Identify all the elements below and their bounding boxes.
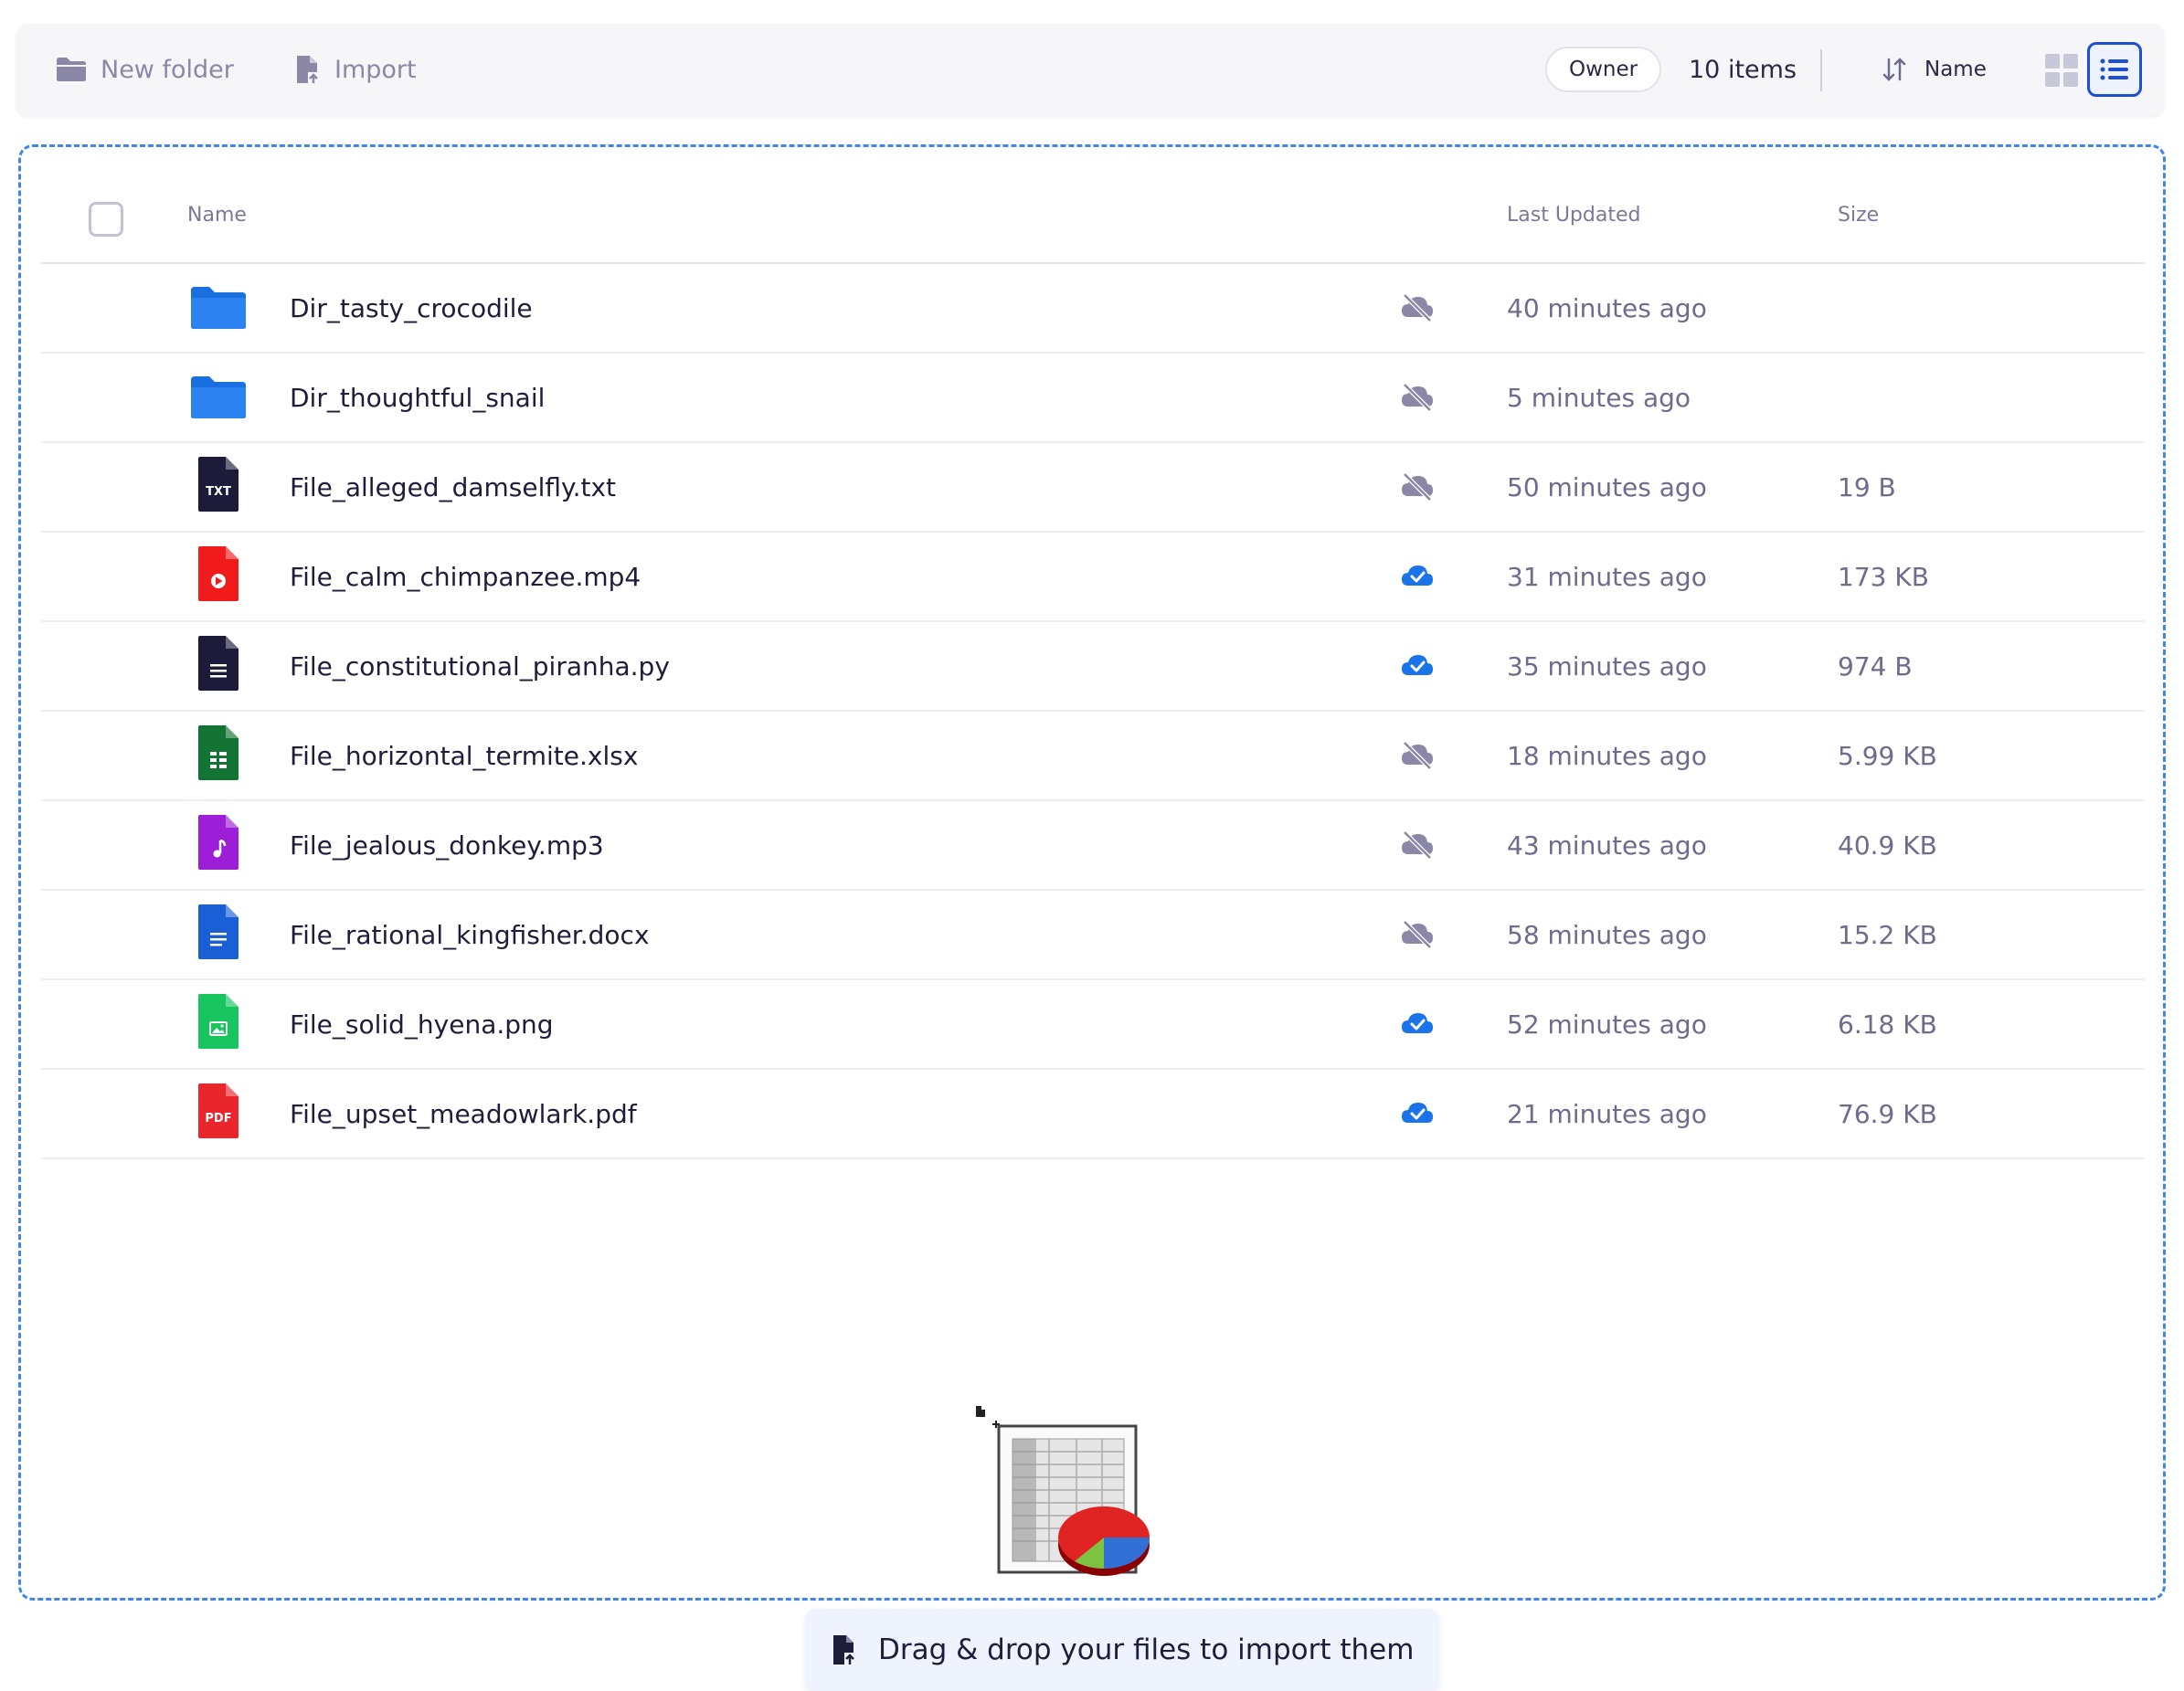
table-row[interactable]: File_calm_chimpanzee.mp4 31 minutes ago 17… [41, 533, 2145, 622]
header-last-updated[interactable]: Last Updated [1507, 167, 1640, 262]
last-updated: 5 minutes ago [1507, 382, 1691, 413]
table-body: Dir_tasty_crocodile 40 minutes ago Dir_tho… [41, 264, 2145, 1159]
file-name[interactable]: File_rational_kingfisher.docx [290, 891, 650, 978]
header-size[interactable]: Size [1838, 167, 1879, 262]
table-row[interactable]: File_constitutional_piranha.py 35 minutes… [41, 622, 2145, 712]
owner-filter-chip[interactable]: Owner [1545, 47, 1662, 92]
cloud-synced-icon [1399, 1008, 1436, 1041]
dragged-spreadsheet-icon [976, 1406, 1150, 1576]
sort-button[interactable]: Name [1881, 24, 1987, 115]
table-row[interactable]: File_jealous_donkey.mp3 43 minutes ago 40.… [41, 801, 2145, 891]
last-updated: 31 minutes ago [1507, 561, 1707, 592]
pdf-file-icon: PDF [189, 1083, 248, 1138]
file-size: 15.2 KB [1838, 919, 1937, 950]
file-name[interactable]: Dir_thoughtful_snail [290, 354, 545, 441]
spreadsheet-file-icon [189, 725, 248, 780]
last-updated: 52 minutes ago [1507, 1009, 1707, 1040]
import-button[interactable]: Import [294, 24, 417, 115]
file-name[interactable]: File_upset_meadowlark.pdf [290, 1070, 637, 1157]
table-row[interactable]: Dir_tasty_crocodile 40 minutes ago [41, 264, 2145, 354]
txt-file-icon: TXT [189, 457, 248, 512]
code-file-icon [189, 636, 248, 691]
cloud-synced-icon [1399, 560, 1436, 593]
new-folder-button[interactable]: New folder [55, 24, 234, 115]
file-name[interactable]: File_calm_chimpanzee.mp4 [290, 533, 641, 620]
file-size: 173 KB [1838, 561, 1929, 592]
last-updated: 50 minutes ago [1507, 471, 1707, 502]
last-updated: 40 minutes ago [1507, 292, 1707, 323]
list-icon [2100, 58, 2128, 80]
table-header: Name Last Updated Size [41, 167, 2145, 264]
owner-chip-label: Owner [1569, 58, 1638, 81]
drop-zone[interactable]: Name Last Updated Size Dir_tasty_crocodi… [18, 144, 2166, 1691]
folder-icon [57, 58, 86, 81]
file-size: 76.9 KB [1838, 1098, 1937, 1129]
last-updated: 58 minutes ago [1507, 919, 1707, 950]
file-size: 5.99 KB [1838, 740, 1937, 771]
svg-text:TXT: TXT [206, 485, 231, 499]
last-updated: 43 minutes ago [1507, 830, 1707, 861]
table-row[interactable]: File_rational_kingfisher.docx 58 minutes … [41, 891, 2145, 980]
cloud-offline-icon [1399, 470, 1436, 503]
sort-label: Name [1924, 58, 1987, 81]
table-row[interactable]: Dir_thoughtful_snail 5 minutes ago [41, 354, 2145, 443]
file-size: 6.18 KB [1838, 1009, 1937, 1040]
grid-view-button[interactable] [2043, 52, 2080, 89]
image-file-icon [189, 994, 248, 1049]
import-file-icon [833, 1635, 854, 1665]
new-folder-label: New folder [101, 55, 234, 84]
list-view-button[interactable] [2087, 42, 2142, 97]
file-name[interactable]: File_horizontal_termite.xlsx [290, 712, 638, 799]
toolbar: New folder Import Owner 10 items Name [16, 24, 2164, 115]
file-size: 19 B [1838, 471, 1896, 502]
cloud-offline-icon [1399, 381, 1436, 414]
document-file-icon [189, 904, 248, 959]
select-all-checkbox[interactable] [89, 202, 123, 237]
last-updated: 21 minutes ago [1507, 1098, 1707, 1129]
file-name[interactable]: File_solid_hyena.png [290, 980, 554, 1068]
drop-hint-banner: Drag & drop your files to import them [805, 1609, 1440, 1691]
file-name[interactable]: File_constitutional_piranha.py [290, 622, 670, 710]
cloud-offline-icon [1399, 739, 1436, 772]
items-count: 10 items [1689, 55, 1797, 84]
file-size: 40.9 KB [1838, 830, 1937, 861]
header-name[interactable]: Name [187, 167, 247, 262]
file-name[interactable]: File_jealous_donkey.mp3 [290, 801, 604, 889]
folder-icon [189, 284, 248, 332]
last-updated: 18 minutes ago [1507, 740, 1707, 771]
video-file-icon [189, 546, 248, 601]
drop-hint-text: Drag & drop your files to import them [878, 1633, 1415, 1666]
import-label: Import [334, 55, 417, 84]
table-row[interactable]: TXT File_alleged_damselfly.txt 50 minutes … [41, 443, 2145, 533]
file-name[interactable]: File_alleged_damselfly.txt [290, 443, 616, 531]
sort-arrows-icon [1882, 58, 1906, 81]
import-file-icon [297, 56, 318, 83]
folder-icon [189, 374, 248, 421]
file-name[interactable]: Dir_tasty_crocodile [290, 264, 533, 352]
grid-icon [2045, 54, 2078, 87]
svg-text:PDF: PDF [205, 1112, 231, 1126]
cloud-offline-icon [1399, 291, 1436, 324]
cloud-synced-icon [1399, 650, 1436, 682]
cloud-offline-icon [1399, 829, 1436, 861]
toolbar-divider [1820, 49, 1822, 91]
table-row[interactable]: File_solid_hyena.png 52 minutes ago 6.18 K… [41, 980, 2145, 1070]
file-size: 974 B [1838, 650, 1913, 682]
cloud-synced-icon [1399, 1097, 1436, 1130]
audio-file-icon [189, 815, 248, 870]
table-row[interactable]: File_horizontal_termite.xlsx 18 minutes a… [41, 712, 2145, 801]
table-row[interactable]: PDF File_upset_meadowlark.pdf 21 minutes a… [41, 1070, 2145, 1159]
file-table: Name Last Updated Size Dir_tasty_crocodi… [41, 167, 2145, 1159]
cloud-offline-icon [1399, 918, 1436, 951]
last-updated: 35 minutes ago [1507, 650, 1707, 682]
